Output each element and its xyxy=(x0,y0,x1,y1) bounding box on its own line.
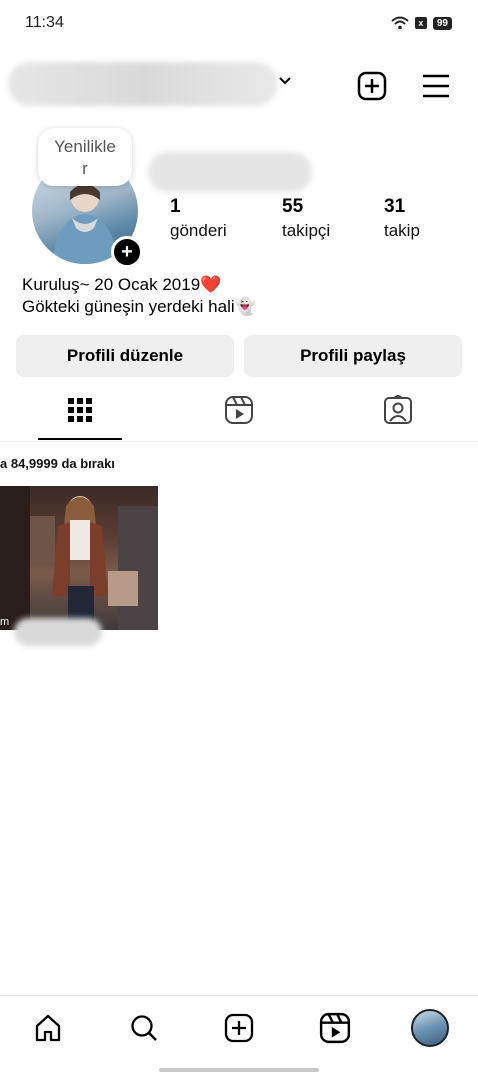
menu-icon[interactable] xyxy=(420,70,452,102)
active-tab-indicator xyxy=(38,438,122,440)
reels-icon xyxy=(225,396,253,424)
bottom-nav-divider xyxy=(0,995,478,996)
post-caption: m xyxy=(0,616,10,628)
nav-search[interactable] xyxy=(124,1008,164,1048)
search-icon xyxy=(131,1015,157,1041)
story-note-text: Yenilikle r xyxy=(54,137,116,178)
profile-bio: Kuruluş~ 20 Ocak 2019❤️ Gökteki güneşin … xyxy=(22,274,256,318)
status-icons: x 99 xyxy=(391,16,452,30)
stat-posts[interactable]: 1 gönderi xyxy=(170,196,227,241)
nav-profile[interactable] xyxy=(410,1008,450,1048)
post-thumbnail[interactable] xyxy=(0,486,158,630)
stat-followers-value: 55 xyxy=(282,196,304,217)
home-icon xyxy=(35,1014,61,1042)
share-profile-button[interactable]: Profili paylaş xyxy=(244,335,462,377)
sim-off-icon: x xyxy=(414,17,427,29)
stat-posts-value: 1 xyxy=(170,196,181,217)
create-post-icon[interactable] xyxy=(356,70,388,102)
home-indicator[interactable] xyxy=(159,1068,319,1072)
stat-following-value: 31 xyxy=(384,196,406,217)
story-note-bubble[interactable]: Yenilikle r xyxy=(38,128,132,186)
stat-following-label: takip xyxy=(384,221,420,240)
status-time: 11:34 xyxy=(25,14,64,31)
display-name-blurred xyxy=(148,152,312,192)
tabs-divider xyxy=(0,441,478,442)
profile-avatar-small xyxy=(411,1009,449,1047)
tagged-icon xyxy=(384,395,412,424)
grid-icon xyxy=(68,398,92,422)
stat-posts-label: gönderi xyxy=(170,221,227,240)
username-blurred[interactable] xyxy=(8,62,278,106)
post-photo xyxy=(0,486,158,630)
tab-grid[interactable] xyxy=(40,390,120,430)
nav-home[interactable] xyxy=(28,1008,68,1048)
wifi-icon xyxy=(391,16,409,30)
post-note: a 84,9999 da bırakı xyxy=(0,456,115,471)
edit-profile-button[interactable]: Profili düzenle xyxy=(16,335,234,377)
post-caption-blurred xyxy=(14,618,102,646)
bio-line-1: Kuruluş~ 20 Ocak 2019❤️ xyxy=(22,275,222,294)
stat-followers[interactable]: 55 takipçi xyxy=(282,196,330,241)
tab-reels[interactable] xyxy=(199,390,279,430)
stat-followers-label: takipçi xyxy=(282,221,331,240)
reels-icon xyxy=(319,1012,351,1044)
stat-following[interactable]: 31 takip xyxy=(384,196,420,241)
chevron-down-icon[interactable] xyxy=(278,74,292,88)
add-story-icon[interactable]: + xyxy=(111,236,143,268)
tab-tagged[interactable] xyxy=(358,390,438,430)
nav-create[interactable] xyxy=(219,1008,259,1048)
battery-level: 99 xyxy=(432,16,452,30)
nav-reels[interactable] xyxy=(315,1008,355,1048)
bio-line-2: Gökteki güneşin yerdeki hali👻 xyxy=(22,297,256,316)
create-icon xyxy=(224,1013,254,1043)
